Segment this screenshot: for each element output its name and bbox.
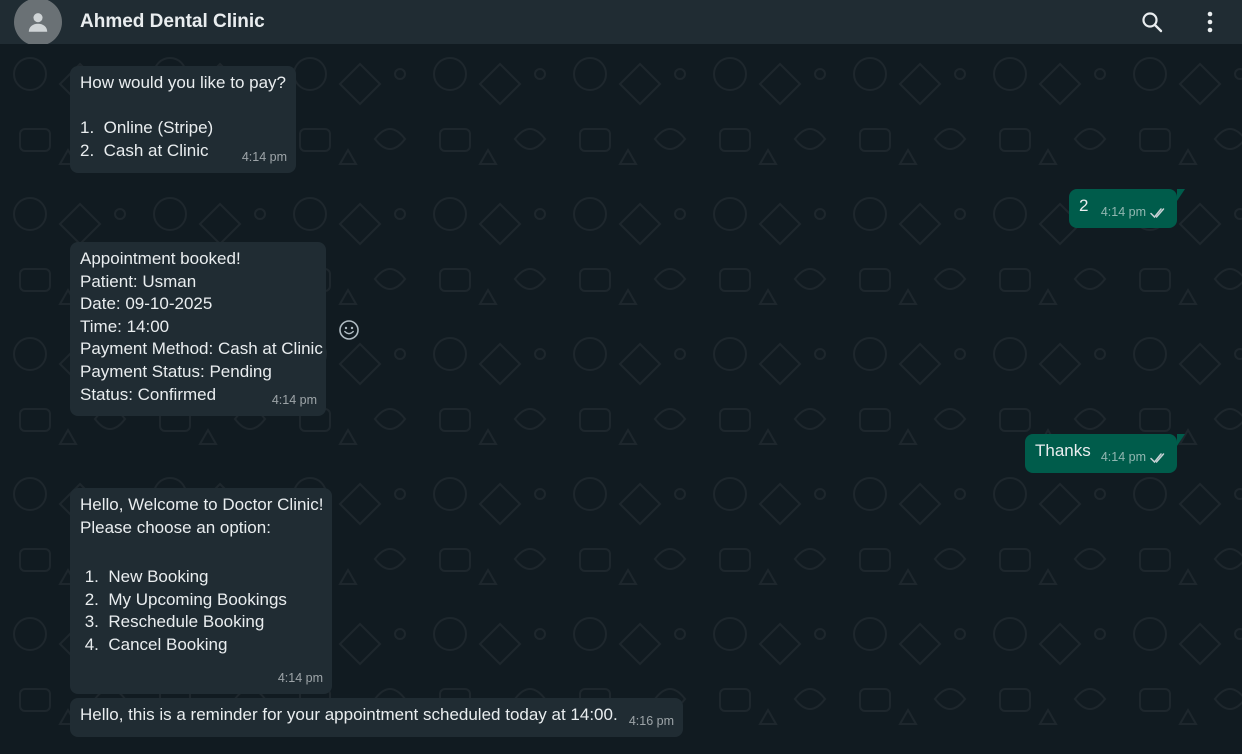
- person-icon: [28, 13, 48, 32]
- message-time: 4:16 pm: [628, 714, 674, 729]
- chat-header: Ahmed Dental Clinic: [0, 0, 1242, 46]
- message-text-line: Hello, Welcome to Doctor Clinic!: [80, 495, 324, 514]
- chat-title[interactable]: Ahmed Dental Clinic: [80, 11, 265, 33]
- search-button[interactable]: [1138, 8, 1166, 36]
- menu-option: 4. Cancel Booking: [80, 634, 228, 654]
- search-icon: [1142, 12, 1163, 33]
- menu-option: 3. Reschedule Booking: [80, 612, 265, 632]
- message-text-line: Date: 09-10-2025: [80, 294, 213, 314]
- message-time: 4:14 pm: [241, 150, 287, 165]
- message-time: 4:14 pm: [271, 393, 317, 408]
- message-text-line: Time: 14:00: [80, 316, 170, 336]
- menu-button[interactable]: [1196, 8, 1224, 36]
- chat-panel[interactable]: How would you like to pay? 1. Online (St…: [0, 44, 1242, 754]
- message-bubble-incoming[interactable]: Appointment booked! Patient: Usman Date:…: [70, 242, 326, 416]
- message-bubble-incoming[interactable]: Hello, this is a reminder for your appoi…: [70, 698, 683, 737]
- message-bubble-incoming[interactable]: How would you like to pay? 1. Online (St…: [70, 66, 296, 173]
- double-check-icon: [1150, 452, 1165, 463]
- react-button[interactable]: [337, 318, 361, 342]
- message-text-line: 1. Online (Stripe): [80, 118, 214, 138]
- message-bubble-incoming[interactable]: Hello, Welcome to Doctor Clinic! Please …: [70, 488, 332, 694]
- menu-option: 2. My Upcoming Bookings: [80, 589, 287, 609]
- double-check-icon: [1150, 207, 1165, 218]
- message-text-line: Patient: Usman: [80, 271, 197, 291]
- message-text-line: Payment Method: Cash at Clinic: [80, 339, 323, 359]
- more-vertical-icon: [1207, 11, 1213, 33]
- message-text-line: Please choose an option:: [80, 517, 271, 537]
- emoji-react-icon: [339, 320, 359, 340]
- bubble-tail: [1177, 434, 1185, 446]
- message-time: 4:14 pm: [1100, 450, 1146, 465]
- message-text-line: Appointment booked!: [80, 249, 241, 268]
- menu-option: 1. New Booking: [80, 567, 209, 587]
- bubble-tail: [1177, 189, 1185, 201]
- message-time: 4:14 pm: [1100, 205, 1146, 220]
- message-text-line: Payment Status: Pending: [80, 361, 272, 381]
- message-bubble-outgoing[interactable]: Thanks 4:14 pm: [1025, 434, 1185, 473]
- message-text-line: How would you like to pay?: [80, 73, 287, 92]
- message-bubble-outgoing[interactable]: 2 4:14 pm: [1069, 189, 1185, 228]
- message-time: 4:14 pm: [277, 671, 323, 686]
- message-text-line: Hello, this is a reminder for your appoi…: [80, 705, 618, 724]
- contact-avatar[interactable]: [14, 0, 62, 46]
